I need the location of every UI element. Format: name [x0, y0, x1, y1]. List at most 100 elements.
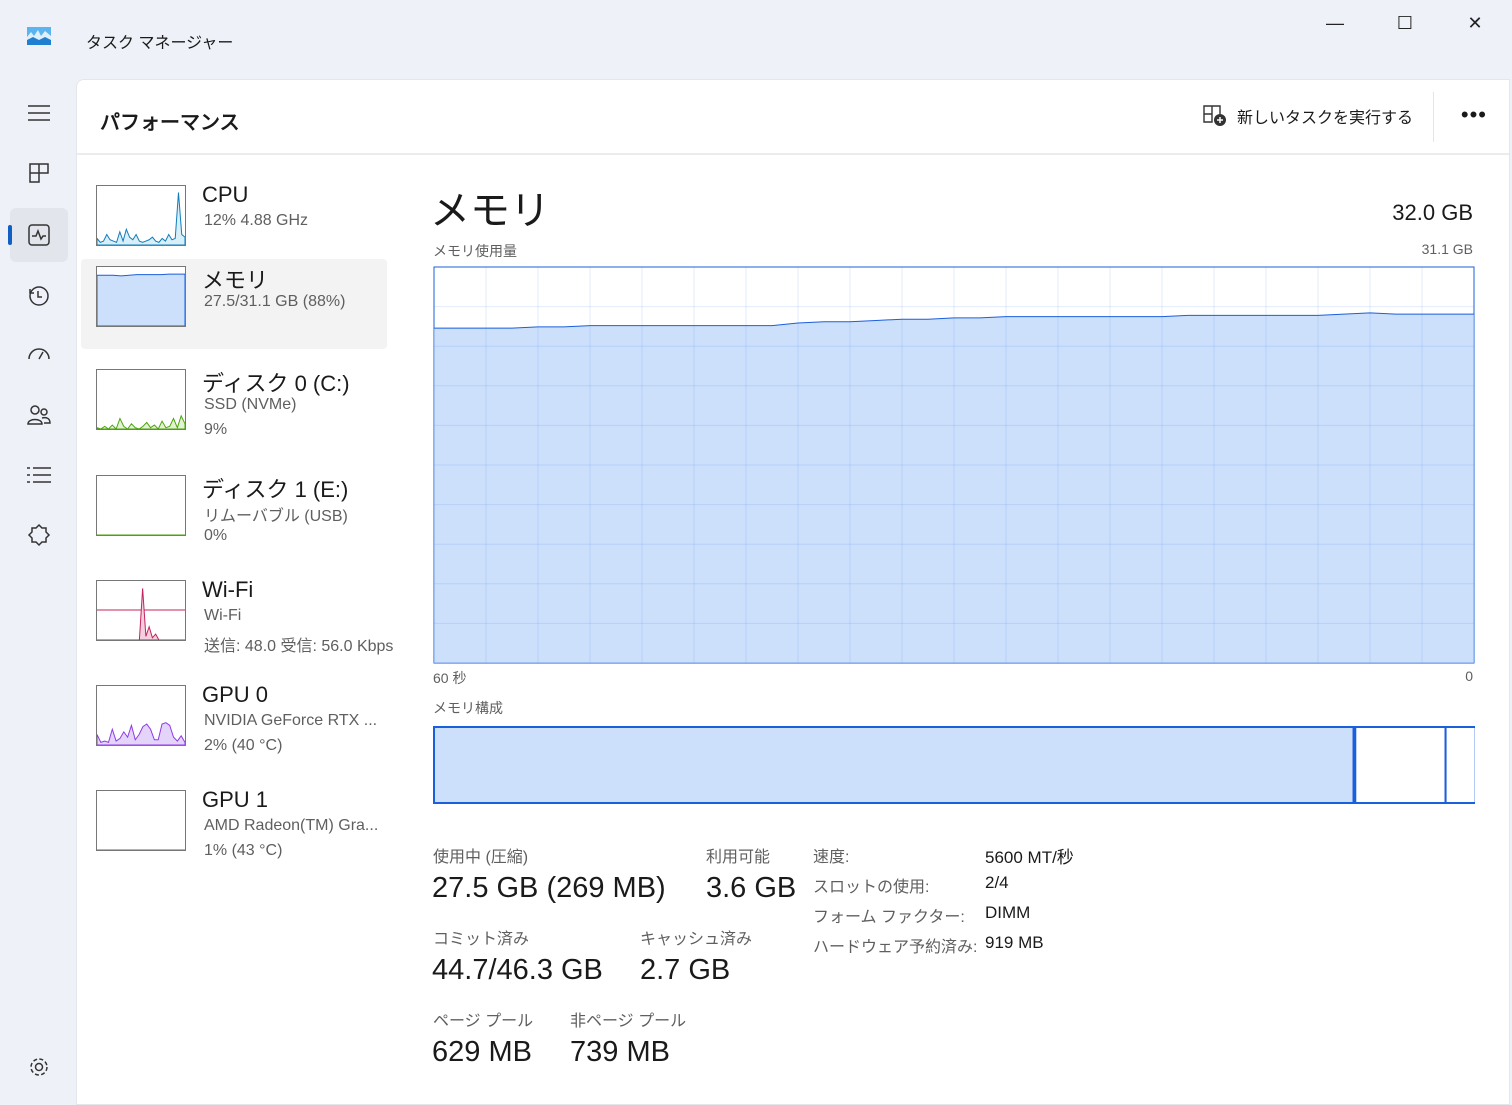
- cpu-thumbnail-graph: [96, 185, 186, 246]
- device-name: ディスク 1 (E:): [202, 477, 349, 502]
- device-detail: Wi-Fi: [204, 607, 242, 624]
- device-usage: 1% (43 °C): [204, 842, 283, 859]
- startup-icon: [28, 348, 50, 360]
- usage-graph-label: メモリ使用量: [433, 243, 517, 259]
- nav-processes[interactable]: [10, 146, 68, 200]
- speed-label: 速度:: [813, 849, 850, 866]
- window-title: タスク マネージャー: [86, 35, 234, 52]
- speed-value: 5600 MT/秒: [985, 848, 1074, 867]
- detail-title: メモリ: [430, 189, 550, 233]
- nonpaged-pool-value: 739 MB: [570, 1036, 670, 1068]
- memory-sparkline: [97, 273, 185, 326]
- time-axis-right: 0: [1465, 668, 1473, 684]
- settings-icon: [30, 1058, 48, 1076]
- device-usage: 2% (40 °C): [204, 737, 283, 754]
- form-factor-value: DIMM: [985, 903, 1031, 922]
- free-segment: [1444, 726, 1475, 804]
- device-item-cpu[interactable]: CPU 12% 4.88 GHz: [81, 178, 387, 268]
- device-item-disk-0[interactable]: ディスク 0 (C:) SSD (NVMe) 9%: [81, 362, 387, 452]
- maximize-button[interactable]: ☐: [1382, 8, 1428, 38]
- device-item-gpu-0[interactable]: GPU 0 NVIDIA GeForce RTX ... 2% (40 °C): [81, 678, 387, 768]
- wifi-thumbnail-graph: [96, 580, 186, 641]
- cpu-sparkline: [97, 192, 185, 245]
- device-name: メモリ: [202, 268, 269, 293]
- nav-app-history[interactable]: [10, 268, 68, 322]
- paged-pool-label: ページ プール: [433, 1013, 534, 1030]
- total-memory: 32.0 GB: [1392, 200, 1473, 225]
- main-panel: パフォーマンス 新しいタスクを実行する ••• CPU 12% 4.88 GHz メ…: [76, 79, 1510, 1105]
- device-usage: 9%: [204, 421, 228, 438]
- disk-0-thumbnail-graph: [96, 369, 186, 430]
- memory-composition-bar: [433, 726, 1475, 804]
- available-value: 3.6 GB: [706, 872, 797, 904]
- device-detail: 12% 4.88 GHz: [204, 212, 309, 229]
- gpu-1-thumbnail-graph: [96, 790, 186, 851]
- gpu-0-sparkline: [97, 722, 185, 745]
- performance-icon: [28, 224, 50, 246]
- device-usage: 送信: 48.0 受信: 56.0 Kbps: [204, 638, 394, 655]
- in-use-value: 27.5 GB (269 MB): [432, 872, 666, 904]
- task-manager-logo-icon: [27, 27, 51, 45]
- device-item-wifi[interactable]: Wi-Fi Wi-Fi 送信: 48.0 受信: 56.0 Kbps: [81, 573, 393, 663]
- nav-details[interactable]: [10, 448, 68, 502]
- divider: [1433, 92, 1434, 142]
- nav-services[interactable]: [10, 508, 68, 562]
- page-header: パフォーマンス 新しいタスクを実行する •••: [77, 80, 1509, 155]
- app-history-icon: [29, 286, 49, 306]
- gpu-0-thumbnail-graph: [96, 685, 186, 746]
- device-detail: 27.5/31.1 GB (88%): [204, 293, 346, 310]
- nav-users[interactable]: [10, 388, 68, 442]
- run-new-task-button[interactable]: 新しいタスクを実行する: [1203, 104, 1413, 128]
- memory-usage-chart: [433, 266, 1475, 664]
- memory-thumbnail-graph: [96, 266, 186, 327]
- usage-graph-max: 31.1 GB: [1421, 241, 1473, 257]
- nonpaged-pool-label: 非ページ プール: [570, 1013, 687, 1030]
- processes-icon: [29, 163, 49, 183]
- users-icon: [27, 405, 51, 425]
- hardware-reserved-label: ハードウェア予約済み:: [813, 939, 978, 956]
- composition-label: メモリ構成: [433, 700, 503, 716]
- device-name: Wi-Fi: [202, 577, 254, 602]
- page-title: パフォーマンス: [100, 112, 240, 134]
- more-options-button[interactable]: •••: [1461, 102, 1487, 128]
- cached-value: 2.7 GB: [640, 954, 731, 986]
- nav-performance[interactable]: [8, 208, 68, 262]
- nav-settings[interactable]: [10, 1040, 68, 1094]
- cached-label: キャッシュ済み: [640, 931, 753, 948]
- nav-startup-apps[interactable]: [10, 328, 68, 382]
- slots-label: スロットの使用:: [813, 879, 930, 896]
- device-name: CPU: [202, 182, 249, 207]
- committed-value: 44.7/46.3 GB: [432, 954, 603, 986]
- committed-label: コミット済み: [433, 931, 530, 948]
- device-detail: NVIDIA GeForce RTX ...: [204, 712, 378, 729]
- device-usage: 0%: [204, 527, 228, 544]
- slots-value: 2/4: [985, 873, 1009, 892]
- device-name: GPU 1: [202, 787, 269, 812]
- services-icon: [27, 523, 51, 547]
- disk-1-thumbnail-graph: [96, 475, 186, 536]
- hamburger-menu-button[interactable]: [10, 86, 68, 140]
- details-icon: [27, 467, 51, 483]
- minimize-button[interactable]: —: [1312, 8, 1358, 38]
- form-factor-label: フォーム ファクター:: [813, 909, 965, 926]
- available-label: 利用可能: [706, 849, 771, 866]
- device-name: ディスク 0 (C:): [202, 371, 350, 396]
- title-bar: タスク マネージャー — ☐ ✕: [0, 0, 1512, 78]
- device-name: GPU 0: [202, 682, 269, 707]
- time-axis-left: 60 秒: [433, 670, 467, 686]
- device-item-memory[interactable]: メモリ 27.5/31.1 GB (88%): [81, 259, 387, 349]
- hardware-reserved-value: 919 MB: [985, 933, 1044, 952]
- run-new-task-label: 新しいタスクを実行する: [1236, 110, 1413, 127]
- navigation-rail: [0, 78, 76, 1105]
- device-detail: AMD Radeon(TM) Gra...: [204, 817, 379, 834]
- device-item-gpu-1[interactable]: GPU 1 AMD Radeon(TM) Gra... 1% (43 °C): [81, 783, 387, 873]
- close-button[interactable]: ✕: [1452, 8, 1498, 38]
- device-detail: SSD (NVMe): [204, 396, 297, 413]
- in-use-segment: [433, 726, 1355, 804]
- new-task-icon: [1203, 105, 1226, 126]
- in-use-label: 使用中 (圧縮): [433, 849, 529, 866]
- device-item-disk-1[interactable]: ディスク 1 (E:) リムーバブル (USB) 0%: [81, 468, 387, 558]
- paged-pool-value: 629 MB: [432, 1036, 532, 1068]
- standby-segment: [1354, 726, 1447, 804]
- device-detail: リムーバブル (USB): [204, 508, 348, 525]
